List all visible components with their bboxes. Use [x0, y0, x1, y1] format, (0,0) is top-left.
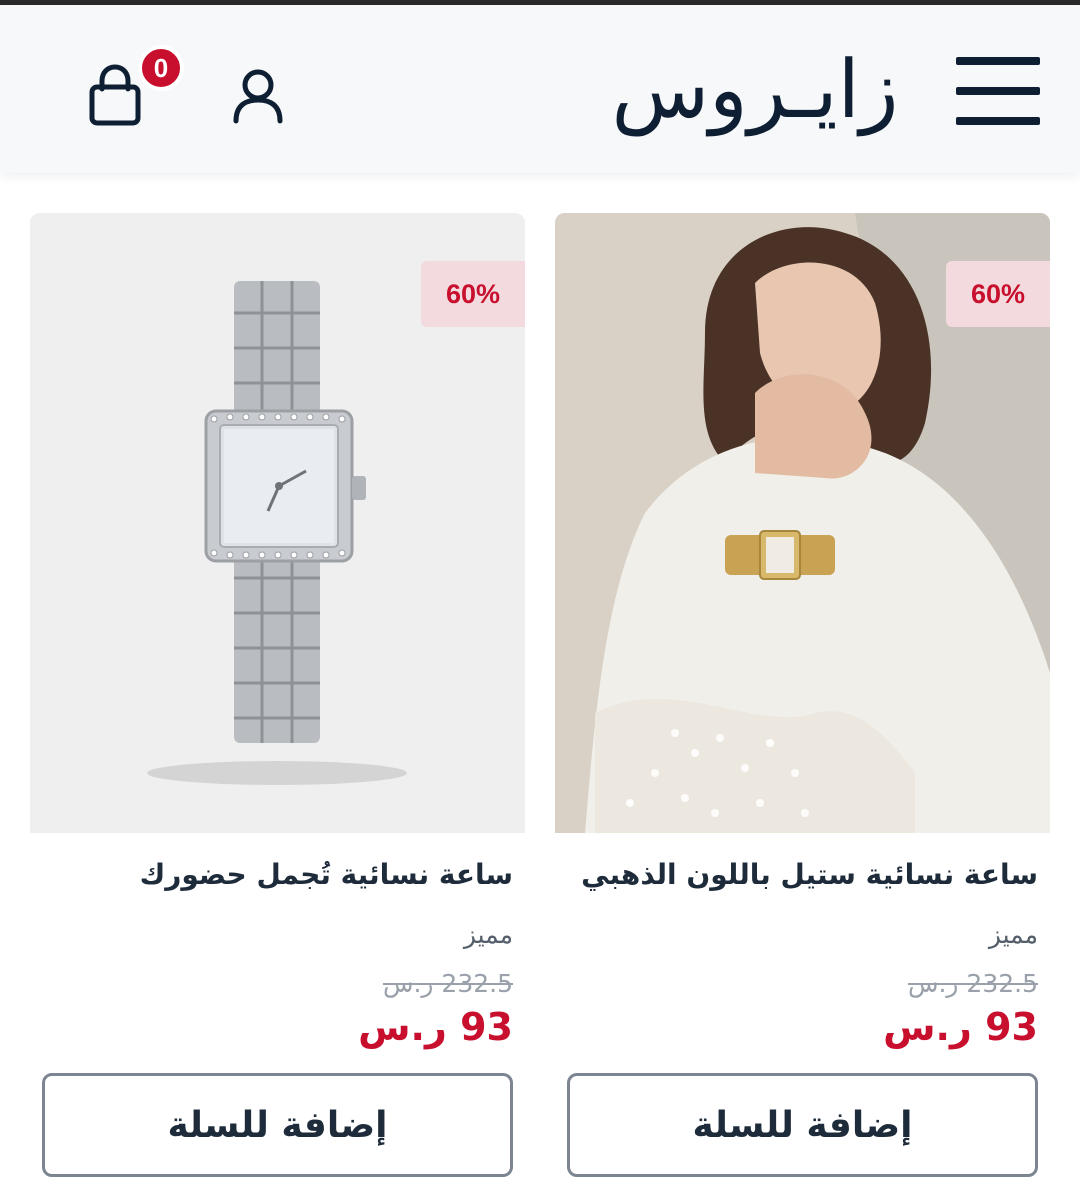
product-card[interactable]: 60% ساعة نسائية تُجمل حضورك مميز 232.5 ر…	[30, 213, 525, 1193]
add-to-cart-button[interactable]: إضافة للسلة	[567, 1073, 1038, 1177]
product-image[interactable]: 60%	[555, 213, 1050, 833]
product-image[interactable]: 60%	[30, 213, 525, 833]
old-price: 232.5 ر.س	[907, 969, 1038, 998]
discount-badge: 60%	[946, 261, 1050, 327]
site-header: زايـروس 0	[0, 5, 1080, 173]
site-logo[interactable]: زايـروس	[600, 35, 910, 145]
discount-badge: 60%	[421, 261, 525, 327]
add-to-cart-button[interactable]: إضافة للسلة	[42, 1073, 513, 1177]
sale-price: 93 ر.س	[358, 1005, 513, 1049]
cart-count-badge: 0	[138, 45, 184, 91]
hamburger-menu-icon[interactable]	[950, 53, 1046, 129]
product-card[interactable]: 60% ساعة نسائية ستيل باللون الذهبي مميز …	[555, 213, 1050, 1193]
old-price: 232.5 ر.س	[382, 969, 513, 998]
product-title[interactable]: ساعة نسائية تُجمل حضورك	[33, 858, 513, 891]
product-title[interactable]: ساعة نسائية ستيل باللون الذهبي	[558, 858, 1038, 891]
user-icon[interactable]	[226, 65, 290, 129]
sale-price: 93 ر.س	[883, 1005, 1038, 1049]
product-tag: مميز	[463, 920, 513, 949]
product-tag: مميز	[988, 920, 1038, 949]
